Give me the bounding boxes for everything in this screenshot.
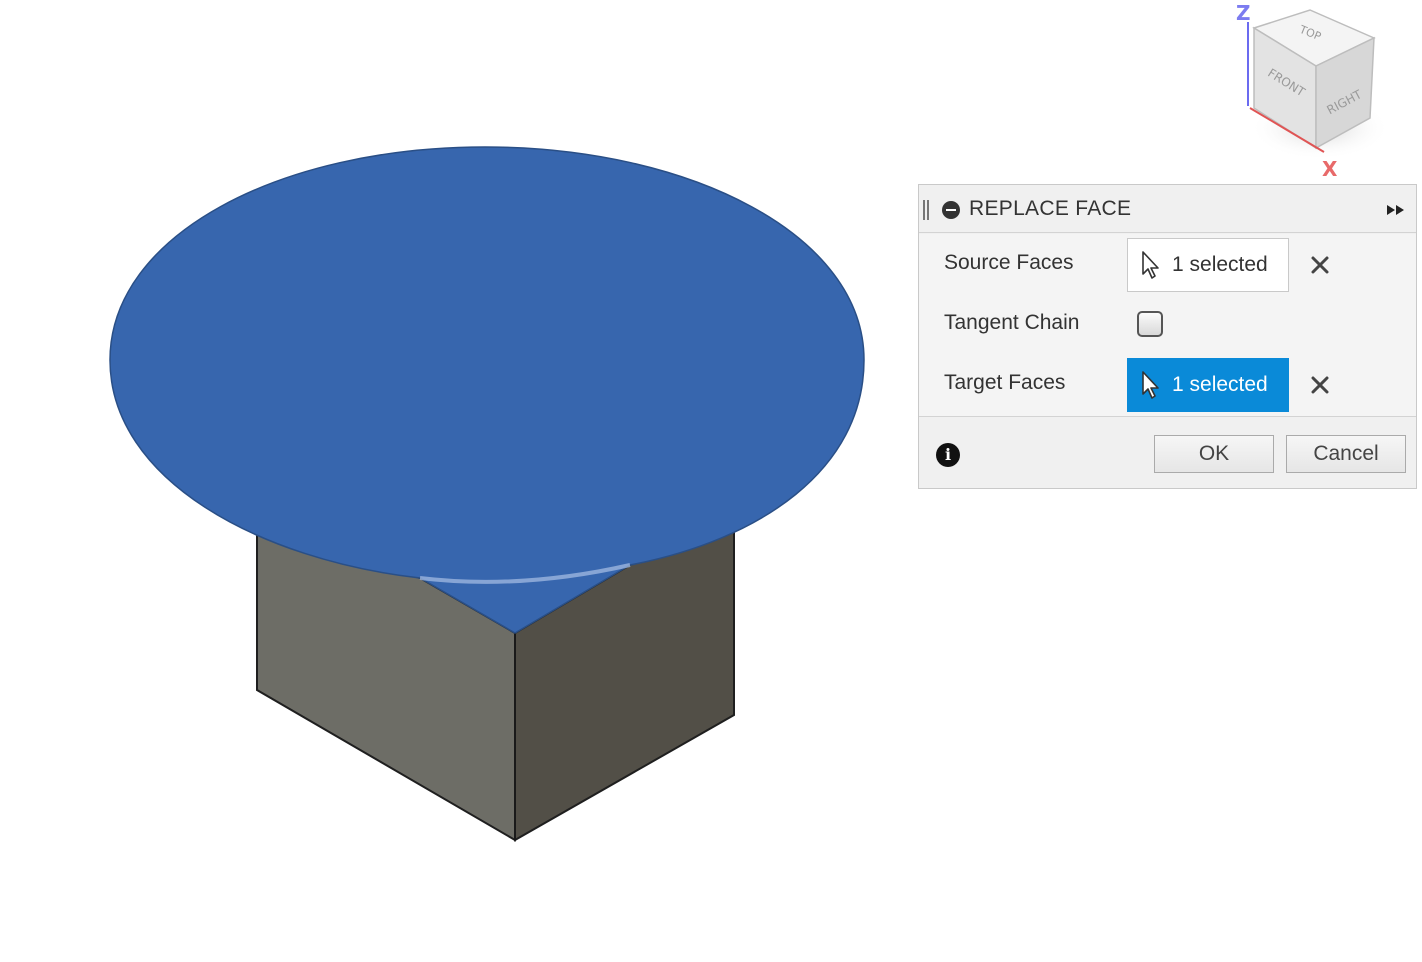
view-cube[interactable]: Z X TOP FRONT RIGHT bbox=[1228, 0, 1398, 180]
selected-target-face[interactable] bbox=[109, 146, 865, 634]
cancel-button[interactable]: Cancel bbox=[1286, 435, 1406, 473]
replace-face-panel: REPLACE FACE Source Faces 1 selected Tan… bbox=[918, 184, 1417, 489]
panel-body: Source Faces 1 selected Tangent Chain Ta… bbox=[919, 234, 1416, 417]
target-faces-select-button[interactable]: 1 selected bbox=[1127, 358, 1289, 412]
axis-x-label: X bbox=[1322, 157, 1338, 180]
minus-circle-icon[interactable] bbox=[942, 201, 960, 219]
tangent-chain-label: Tangent Chain bbox=[944, 311, 1080, 334]
expand-icon[interactable] bbox=[1385, 202, 1407, 218]
grip-icon[interactable] bbox=[923, 200, 929, 220]
cursor-icon bbox=[1142, 371, 1159, 399]
target-faces-label: Target Faces bbox=[944, 371, 1066, 394]
source-faces-select-button[interactable]: 1 selected bbox=[1127, 238, 1289, 292]
cursor-icon bbox=[1142, 251, 1159, 279]
canvas-viewport[interactable]: Z X TOP FRONT RIGHT REPLACE FACE Source … bbox=[0, 0, 1422, 962]
axis-z-label: Z bbox=[1236, 1, 1251, 25]
clear-source-faces-close-icon[interactable] bbox=[1309, 254, 1331, 276]
source-faces-value: 1 selected bbox=[1172, 253, 1268, 276]
ok-button[interactable]: OK bbox=[1154, 435, 1274, 473]
panel-title: REPLACE FACE bbox=[969, 197, 1132, 220]
clear-target-faces-close-icon[interactable] bbox=[1309, 374, 1331, 396]
panel-footer: i OK Cancel bbox=[919, 418, 1416, 488]
info-icon[interactable]: i bbox=[936, 443, 960, 467]
target-faces-value: 1 selected bbox=[1172, 373, 1268, 396]
source-faces-label: Source Faces bbox=[944, 251, 1074, 274]
tangent-chain-checkbox[interactable] bbox=[1137, 311, 1163, 337]
panel-header[interactable]: REPLACE FACE bbox=[919, 185, 1416, 233]
model-scene[interactable] bbox=[0, 0, 900, 962]
